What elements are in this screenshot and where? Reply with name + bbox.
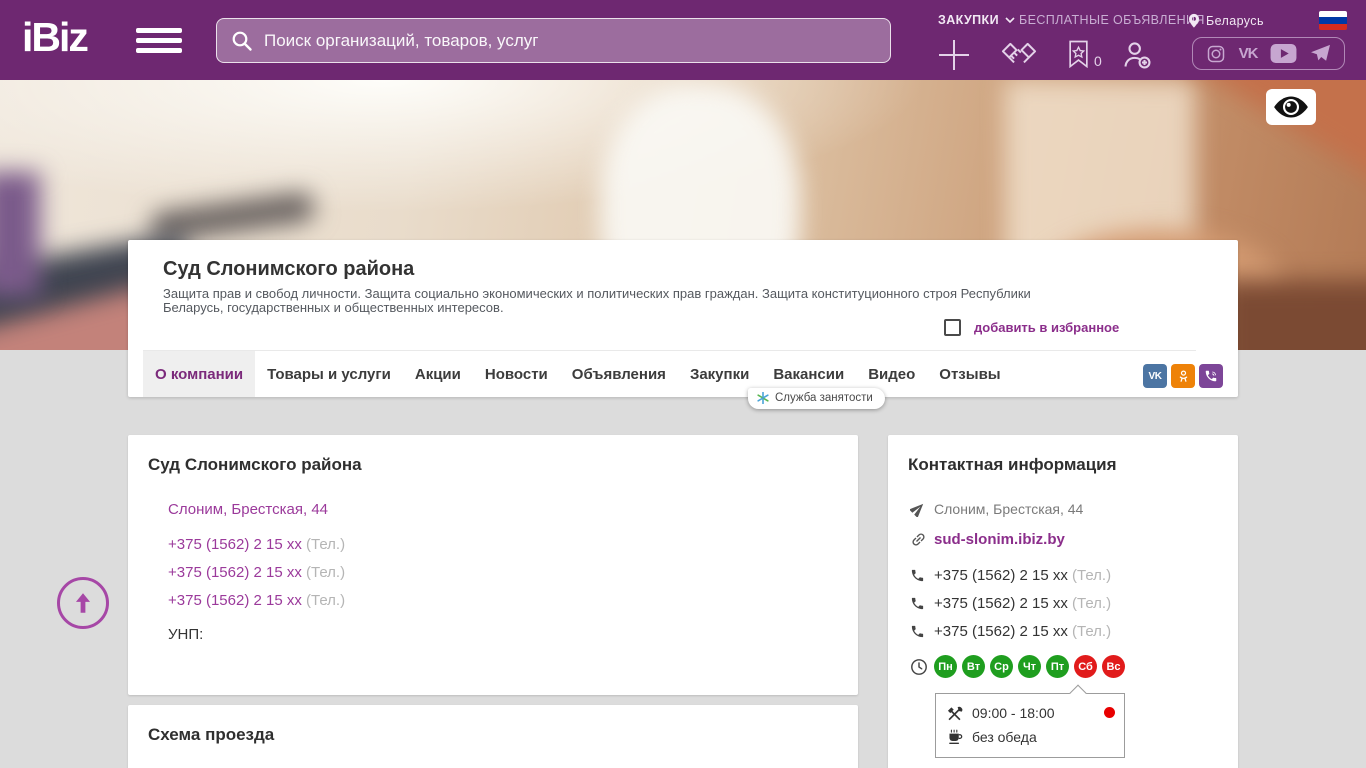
region-selector[interactable]: Беларусь (1188, 13, 1264, 28)
vk-icon[interactable]: VK (1239, 45, 1259, 62)
phone-type-label: (Тел.) (1072, 567, 1112, 584)
add-plus-icon[interactable] (937, 38, 971, 72)
hamburger-menu-icon[interactable] (136, 28, 182, 54)
nav-arrow-icon (910, 503, 924, 517)
working-hours-popup: 09:00 - 18:00 без обеда (935, 684, 1125, 758)
phone-link[interactable]: +375 (1562) 2 15 xx (168, 592, 302, 609)
company-address-link[interactable]: Слоним, Брестская, 44 (168, 501, 328, 518)
tools-icon (947, 706, 963, 720)
handshake-icon[interactable] (998, 40, 1040, 70)
up-arrow-icon (75, 593, 91, 613)
viber-share-icon[interactable] (1199, 364, 1223, 388)
schedule-day-fri[interactable]: Пт (1046, 655, 1069, 678)
tab-promotions[interactable]: Акции (403, 351, 473, 397)
nav-procurement-label: ЗАКУПКИ (938, 13, 999, 27)
working-hours: 09:00 - 18:00 (972, 705, 1055, 721)
phone-type-label: (Тел.) (1072, 595, 1112, 612)
tab-products[interactable]: Товары и услуги (255, 351, 403, 397)
share-social-buttons: VK (1143, 364, 1223, 388)
contact-address: Слоним, Брестская, 44 (934, 501, 1084, 517)
odnoklassniki-share-icon[interactable] (1171, 364, 1195, 388)
contact-phone: +375 (1562) 2 15 xx (934, 595, 1068, 612)
search-icon (232, 31, 252, 51)
schedule-day-tue[interactable]: Вт (962, 655, 985, 678)
phone-link[interactable]: +375 (1562) 2 15 xx (168, 564, 302, 581)
phone-link[interactable]: +375 (1562) 2 15 xx (168, 536, 302, 553)
tab-reviews[interactable]: Отзывы (927, 351, 1012, 397)
header-social-links: VK (1192, 37, 1345, 70)
nav-procurement[interactable]: ЗАКУПКИ (938, 13, 1015, 27)
route-map-card: Схема проезда (128, 705, 858, 768)
ibiz-logo[interactable]: iBiz (22, 14, 89, 61)
vacancies-tooltip: Служба занятости (748, 388, 885, 409)
header-bar: iBiz ЗАКУПКИ БЕСПЛАТНЫЕ ОБЪЯВЛЕНИЯ Белар… (0, 0, 1366, 80)
lunch-label: без обеда (972, 729, 1037, 745)
company-tabs: О компании Товары и услуги Акции Новости… (143, 350, 1196, 397)
phone-type-label: (Тел.) (306, 564, 346, 581)
coffee-cup-icon (949, 729, 963, 744)
vacancies-tooltip-label: Служба занятости (775, 392, 873, 404)
telegram-icon[interactable] (1310, 44, 1331, 63)
instagram-icon[interactable] (1206, 44, 1226, 64)
clock-icon (911, 658, 927, 675)
bookmark-count: 0 (1094, 53, 1102, 69)
company-description: Защита прав и свобод личности. Защита со… (163, 286, 1031, 315)
favorites-label: добавить в избранное (974, 320, 1120, 335)
contact-phone: +375 (1562) 2 15 xx (934, 567, 1068, 584)
schedule-day-wed[interactable]: Ср (990, 655, 1013, 678)
closed-now-status-dot (1104, 707, 1115, 718)
phone-icon (911, 569, 924, 582)
about-company-card: Суд Слонимского района Слоним, Брестская… (128, 435, 858, 695)
vk-share-icon[interactable]: VK (1143, 364, 1167, 388)
location-pin-icon (1189, 13, 1199, 28)
views-eye-button[interactable] (1266, 89, 1316, 125)
tab-news[interactable]: Новости (473, 351, 560, 397)
schedule-day-thu[interactable]: Чт (1018, 655, 1041, 678)
schedule-day-sat[interactable]: Сб (1074, 655, 1097, 678)
page-title: Суд Слонимского района (163, 258, 415, 280)
company-header-card: Суд Слонимского района Защита прав и сво… (128, 240, 1238, 397)
phone-icon (911, 597, 924, 610)
unp-label: УНП: (168, 626, 204, 643)
russian-flag-language-switch[interactable] (1319, 11, 1347, 30)
snowflake-icon (757, 392, 769, 404)
popup-arrow (1069, 684, 1087, 702)
tab-ads[interactable]: Объявления (560, 351, 678, 397)
tab-about[interactable]: О компании (143, 351, 256, 397)
schedule-day-sun[interactable]: Вс (1102, 655, 1125, 678)
search-bar (216, 18, 891, 63)
region-label: Беларусь (1206, 13, 1264, 28)
eye-icon (1274, 96, 1308, 118)
contact-phone: +375 (1562) 2 15 xx (934, 623, 1068, 640)
favorites-checkbox[interactable] (944, 319, 961, 336)
phone-type-label: (Тел.) (1072, 623, 1112, 640)
phone-type-label: (Тел.) (306, 536, 346, 553)
contact-card-title: Контактная информация (908, 455, 1117, 474)
map-card-title: Схема проезда (148, 725, 275, 744)
page: iBiz ЗАКУПКИ БЕСПЛАТНЫЕ ОБЪЯВЛЕНИЯ Белар… (0, 0, 1366, 768)
phone-type-label: (Тел.) (306, 592, 346, 609)
nav-free-ads[interactable]: БЕСПЛАТНЫЕ ОБЪЯВЛЕНИЯ (1019, 13, 1205, 27)
link-chain-icon (912, 533, 925, 546)
company-website-link[interactable]: sud-slonim.ibiz.by (934, 531, 1065, 548)
chevron-down-icon (1005, 17, 1015, 23)
add-to-favorites[interactable]: добавить в избранное (944, 319, 1119, 336)
schedule-day-mon[interactable]: Пн (934, 655, 957, 678)
person-add-icon[interactable] (1122, 40, 1152, 70)
bookmark-star-icon[interactable] (1066, 40, 1091, 68)
phone-icon (911, 625, 924, 638)
youtube-icon[interactable] (1270, 44, 1297, 63)
about-card-title: Суд Слонимского района (148, 455, 362, 474)
contact-info-card: Контактная информация Слоним, Брестская,… (888, 435, 1238, 768)
search-input[interactable] (264, 30, 876, 51)
scroll-to-top-button[interactable] (57, 577, 109, 629)
